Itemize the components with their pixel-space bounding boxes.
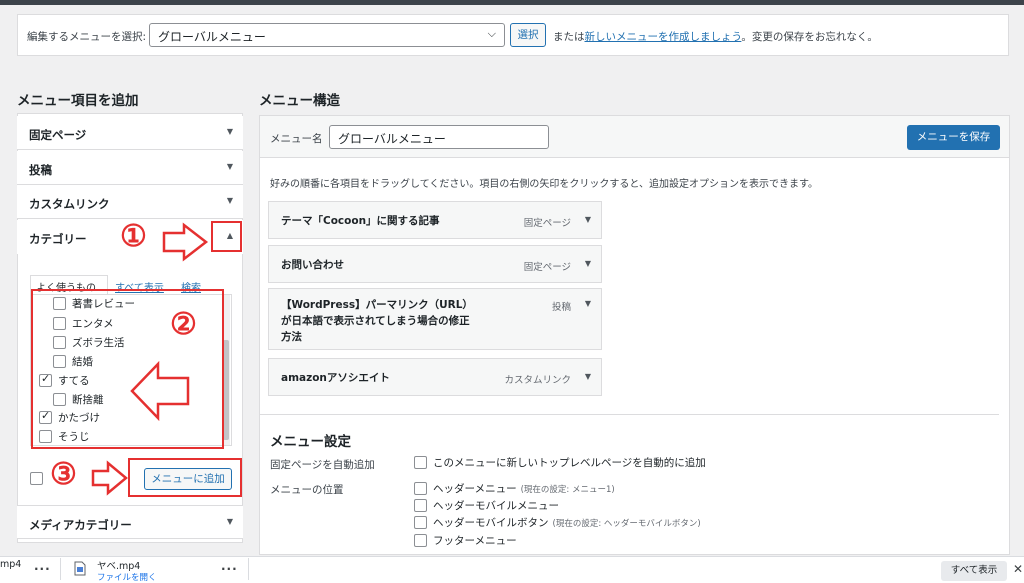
accordion-categories-label: カテゴリー xyxy=(29,232,87,246)
select-menu-label: 編集するメニューを選択: xyxy=(27,31,147,43)
checkbox[interactable] xyxy=(414,482,427,495)
window-top-edge xyxy=(0,0,1024,5)
menu-location-label: メニューの位置 xyxy=(270,484,344,496)
menu-item-title: テーマ「Cocoon」に関する記事 xyxy=(281,215,440,227)
divider xyxy=(60,558,61,580)
select-button[interactable]: 選択 xyxy=(510,23,546,47)
annotation-arrow-right-small-icon xyxy=(91,460,128,496)
menu-item-type: 固定ページ xyxy=(523,218,571,229)
auto-add-option[interactable]: このメニューに新しいトップレベルページを自動的に追加 xyxy=(414,455,706,470)
annotation-arrow-right-icon xyxy=(162,222,209,262)
annotation-number-1: ① xyxy=(120,219,147,254)
file-icon xyxy=(74,561,86,576)
drag-instructions: 好みの順番に各項目をドラッグしてください。項目の右側の矢印をクリックすると、追加… xyxy=(270,179,818,190)
accordion-media-categories[interactable]: メディアカテゴリー ▼ xyxy=(17,505,243,539)
checkbox[interactable] xyxy=(414,456,427,469)
menu-item[interactable]: 【WordPress】パーマリンク（URL）が日本語で表示されてしまう場合の修正… xyxy=(268,288,602,350)
triangle-down-icon: ▼ xyxy=(226,196,233,205)
menu-item-type: 固定ページ xyxy=(523,262,571,273)
menu-item[interactable]: お問い合わせ 固定ページ ▼ xyxy=(268,245,602,283)
annotation-highlight-add xyxy=(128,458,242,497)
annotation-number-2: ② xyxy=(170,307,197,342)
save-menu-button[interactable]: メニューを保存 xyxy=(907,125,1000,150)
menu-item-title: お問い合わせ xyxy=(281,259,344,271)
create-menu-text: または新しいメニューを作成しましょう。変更の保存をお忘れなく。 xyxy=(553,29,878,44)
menu-select-dropdown[interactable]: グローバルメニュー ⌵ xyxy=(149,23,505,47)
location-option[interactable]: フッターメニュー xyxy=(414,533,517,548)
menu-item-type: 投稿 xyxy=(551,302,571,313)
accordion-media-categories-label: メディアカテゴリー xyxy=(29,518,132,532)
checkbox[interactable] xyxy=(414,534,427,547)
triangle-down-icon[interactable]: ▼ xyxy=(585,372,591,381)
menu-name-input[interactable]: グローバルメニュー xyxy=(329,125,549,149)
save-reminder: 。変更の保存をお忘れなく。 xyxy=(741,31,878,43)
triangle-down-icon[interactable]: ▼ xyxy=(585,259,591,268)
show-all-button[interactable]: すべて表示 xyxy=(941,561,1007,581)
accordion-custom-links-label: カスタムリンク xyxy=(29,197,110,211)
triangle-down-icon: ▼ xyxy=(226,127,233,136)
menu-item-type: カスタムリンク xyxy=(504,375,571,386)
open-file-link[interactable]: ファイルを開く xyxy=(97,571,157,583)
chevron-down-icon: ⌵ xyxy=(487,27,496,40)
divider xyxy=(259,414,999,415)
select-all-checkbox[interactable] xyxy=(30,472,49,485)
accordion-custom-links[interactable]: カスタムリンク ▼ xyxy=(17,185,243,219)
more-options-icon[interactable]: ··· xyxy=(34,562,51,576)
accordion-pages-label: 固定ページ xyxy=(29,128,87,142)
create-menu-link[interactable]: 新しいメニューを作成しましょう xyxy=(585,31,742,43)
annotation-highlight-toggle xyxy=(211,221,242,252)
triangle-down-icon[interactable]: ▼ xyxy=(585,215,591,224)
menu-settings-heading: メニュー設定 xyxy=(270,434,351,450)
menu-select-value: グローバルメニュー xyxy=(158,30,266,44)
location-option[interactable]: ヘッダーメニュー (現在の設定: メニュー1) xyxy=(414,481,615,496)
location-option[interactable]: ヘッダーモバイルメニュー xyxy=(414,498,559,513)
annotation-arrow-left-icon xyxy=(130,360,190,422)
checkbox[interactable] xyxy=(414,499,427,512)
more-options-icon[interactable]: ··· xyxy=(221,562,238,576)
triangle-down-icon: ▼ xyxy=(226,517,233,526)
download-item-2-name[interactable]: ヤベ.mp4 xyxy=(97,558,140,572)
accordion-pages[interactable]: 固定ページ ▼ xyxy=(17,116,243,150)
accordion-posts[interactable]: 投稿 ▼ xyxy=(17,151,243,185)
or-prefix: または xyxy=(553,31,585,43)
auto-add-label: 固定ページを自動追加 xyxy=(270,459,375,471)
menu-item-title: 【WordPress】パーマリンク（URL）が日本語で表示されてしまう場合の修正… xyxy=(281,299,470,343)
menu-structure-heading: メニュー構造 xyxy=(259,93,340,109)
divider xyxy=(248,558,249,580)
close-icon[interactable]: ✕ xyxy=(1013,562,1023,576)
annotation-number-3: ③ xyxy=(50,457,77,492)
checkbox[interactable] xyxy=(414,516,427,529)
triangle-down-icon: ▼ xyxy=(226,162,233,171)
menu-item-title: amazonアソシエイト xyxy=(281,372,390,384)
accordion-posts-label: 投稿 xyxy=(29,163,52,177)
download-item-1-name[interactable]: mp4 xyxy=(0,559,21,570)
location-option[interactable]: ヘッダーモバイルボタン (現在の設定: ヘッダーモバイルボタン) xyxy=(414,515,701,530)
menu-item[interactable]: amazonアソシエイト カスタムリンク ▼ xyxy=(268,358,602,396)
menu-item[interactable]: テーマ「Cocoon」に関する記事 固定ページ ▼ xyxy=(268,201,602,239)
add-menu-items-heading: メニュー項目を追加 xyxy=(17,93,139,109)
menu-name-label: メニュー名 xyxy=(270,133,323,145)
triangle-down-icon[interactable]: ▼ xyxy=(585,299,591,308)
